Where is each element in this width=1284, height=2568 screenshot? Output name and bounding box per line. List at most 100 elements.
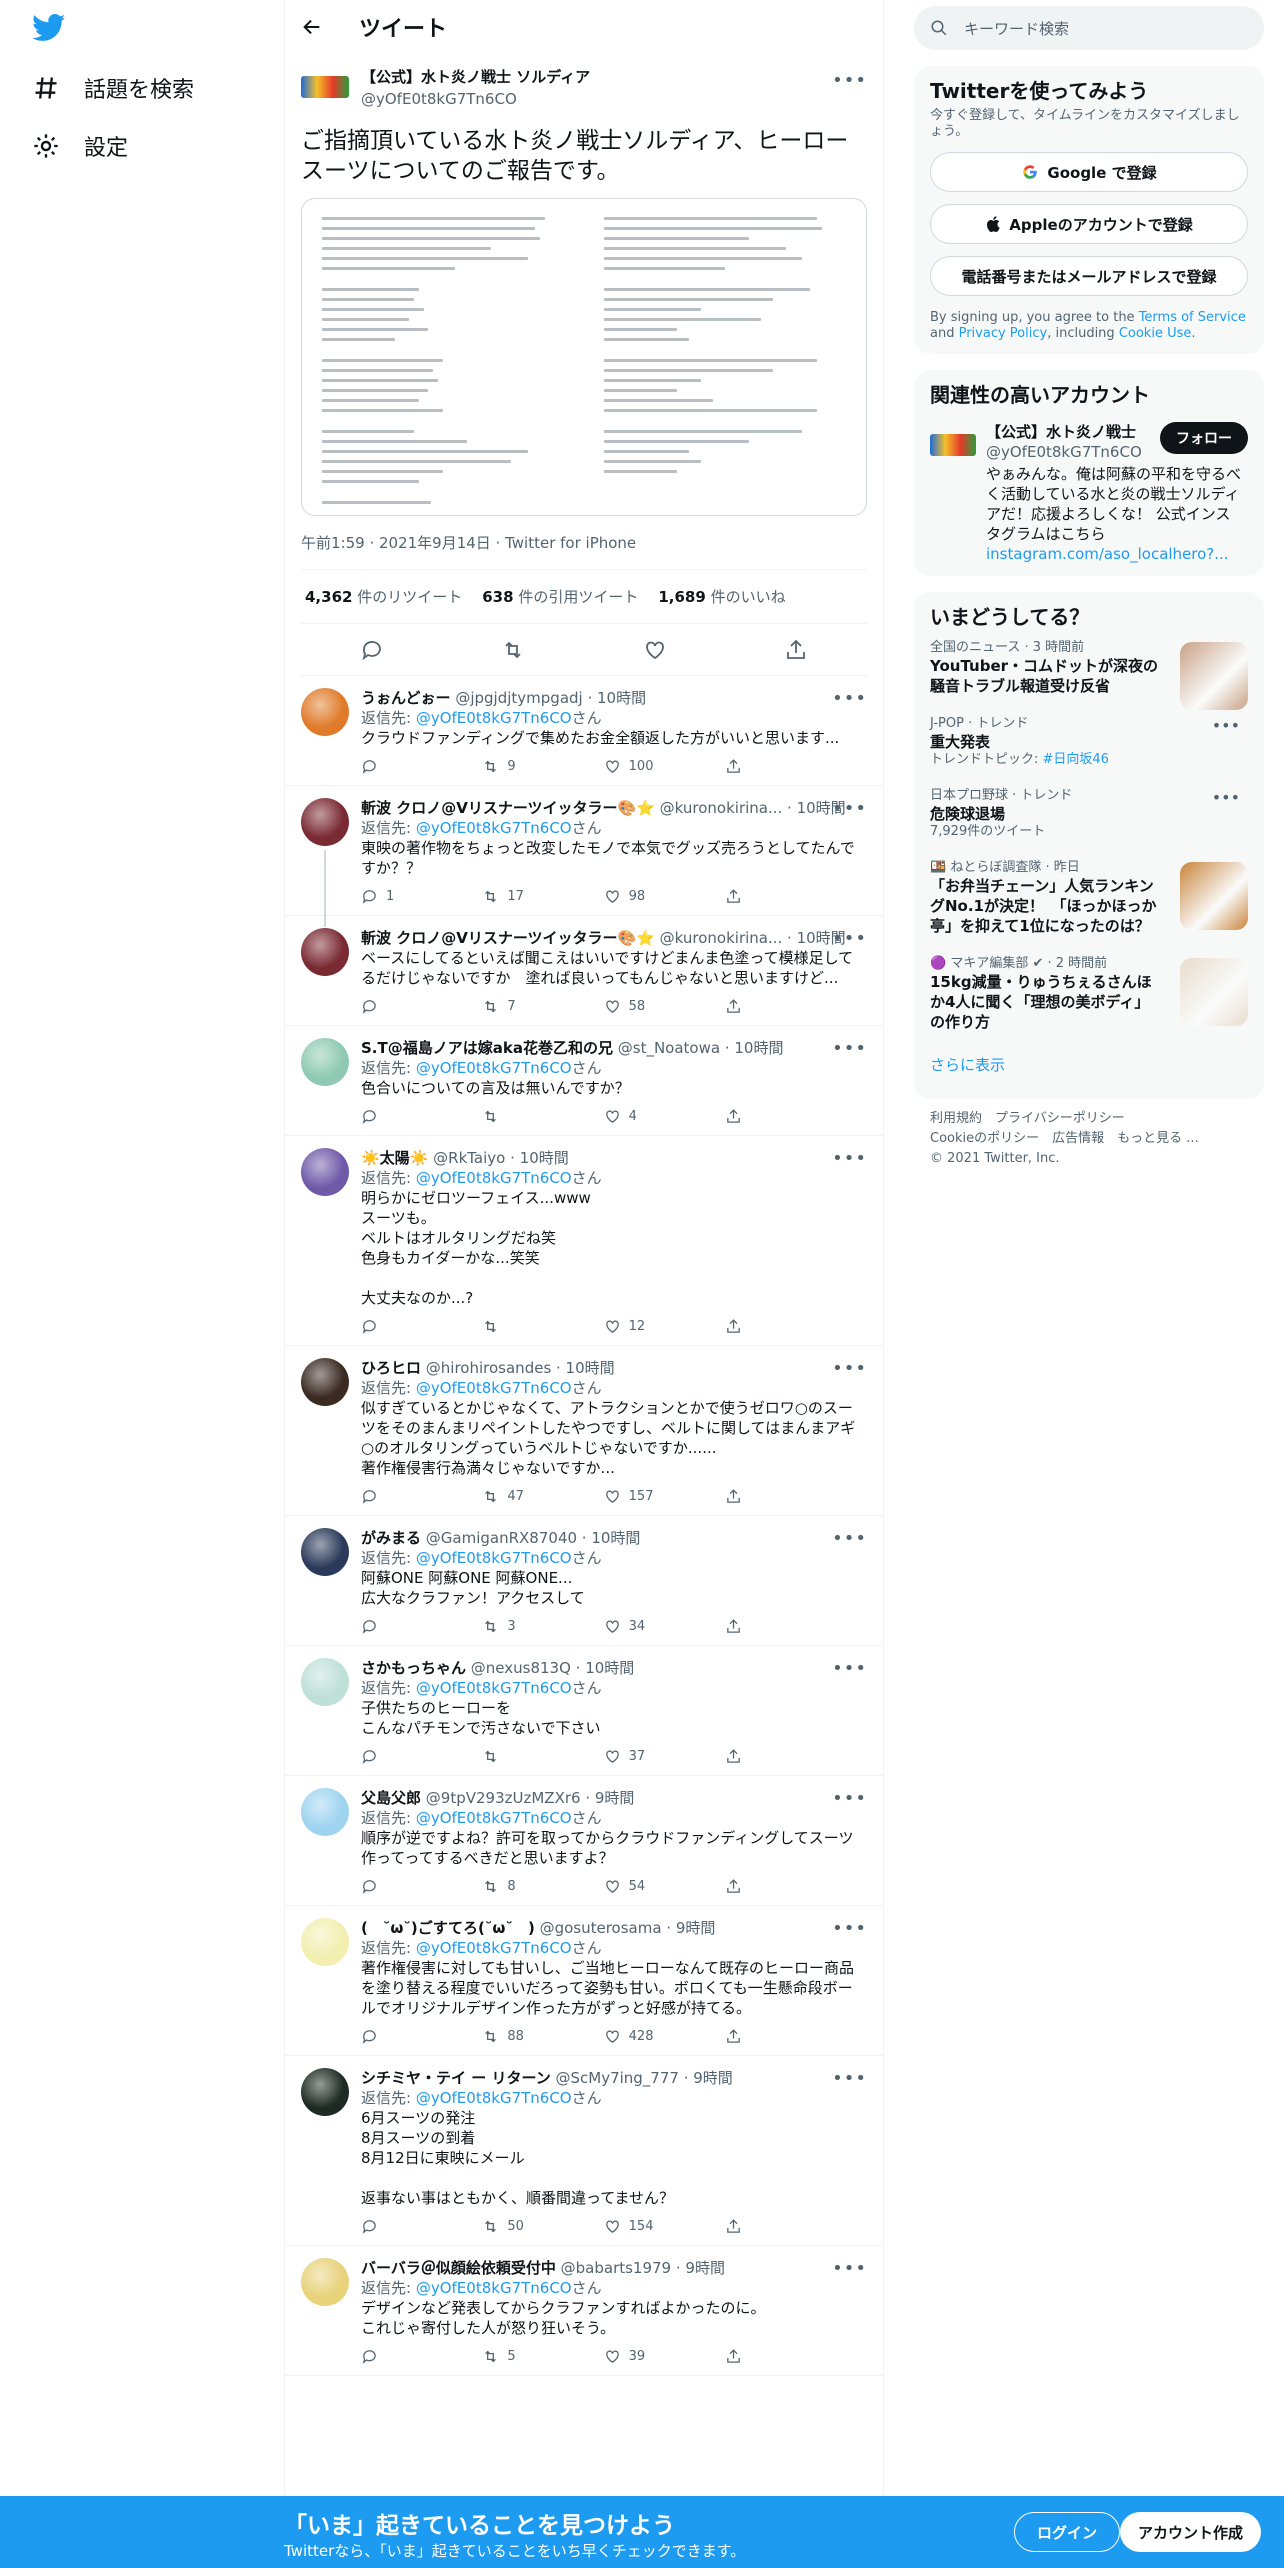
avatar[interactable] <box>301 1148 349 1196</box>
more-options-icon[interactable]: ••• <box>832 688 867 709</box>
mention-link[interactable]: @yOfE0t8kG7Tn6CO <box>416 2279 572 2297</box>
reply-author-name[interactable]: うぉんどぉー <box>361 689 451 707</box>
reply-tweet[interactable]: ••• ひろヒロ @hirohirosandes · 10時間 返信先: @yOfE… <box>285 1346 883 1516</box>
reply-tweet[interactable]: ••• ☀️太陽☀️ @RkTaiyo · 10時間 返信先: @yOfE0t8kG… <box>285 1136 883 1346</box>
reply-tweet[interactable]: ••• S.T@福島ノアは嫁aka花巻乙和の兄 @st_Noatowa · 10時… <box>285 1026 883 1136</box>
share-button[interactable] <box>725 1748 785 1765</box>
signup-button[interactable]: アカウント作成 <box>1120 2512 1262 2552</box>
like-button[interactable]: 39 <box>604 2348 664 2365</box>
retweet-button[interactable]: 17 <box>482 888 542 905</box>
reply-tweet[interactable]: ••• さかもっちゃん @nexus813Q · 10時間 返信先: @yOfE0t… <box>285 1646 883 1776</box>
reply-tweet[interactable]: ••• バーバラ＠似顔絵依頼受付中 @babarts1979 · 9時間 返信先: … <box>285 2246 883 2376</box>
more-options-icon[interactable]: ••• <box>832 928 867 949</box>
more-options-icon[interactable]: ••• <box>832 1038 867 1059</box>
reply-button[interactable] <box>361 1878 421 1895</box>
retweet-button[interactable]: 8 <box>482 1878 542 1895</box>
like-button[interactable]: 98 <box>604 888 664 905</box>
reply-author-name[interactable]: さかもっちゃん <box>361 1659 466 1677</box>
reply-author-handle[interactable]: @kuronokirina... · 10時間 <box>660 799 846 817</box>
share-button[interactable] <box>725 1618 785 1635</box>
retweet-count[interactable]: 4,362 件のリツイート <box>305 586 462 607</box>
mention-link[interactable]: @yOfE0t8kG7Tn6CO <box>416 1549 572 1567</box>
avatar[interactable] <box>301 928 349 976</box>
avatar[interactable] <box>301 1358 349 1406</box>
reply-tweet[interactable]: ••• がみまる @GamiganRX87040 · 10時間 返信先: @yOfE… <box>285 1516 883 1646</box>
mention-link[interactable]: @yOfE0t8kG7Tn6CO <box>416 1809 572 1827</box>
trend-hashtag-link[interactable]: #日向坂46 <box>1043 752 1109 767</box>
avatar[interactable] <box>301 2258 349 2306</box>
retweet-button[interactable]: 88 <box>482 2028 542 2045</box>
reply-button[interactable] <box>361 2218 421 2235</box>
reply-tweet[interactable]: ••• 父島父郎 @9tpV293zUzMZXr6 · 9時間 返信先: @yOfE… <box>285 1776 883 1906</box>
reply-author-name[interactable]: ☀️太陽☀️ <box>361 1149 428 1167</box>
google-signup-button[interactable]: Google で登録 <box>930 152 1248 192</box>
reply-author-name[interactable]: シチミヤ・テイ ー リターン <box>361 2069 551 2087</box>
reply-author-name[interactable]: 斬波 クロノ@Vリスナーツイッタラー🎨⭐ <box>361 799 655 817</box>
reply-tweet[interactable]: ••• うぉんどぉー @jpgjdjtympgadj · 10時間 返信先: @yO… <box>285 676 883 786</box>
more-options-icon[interactable]: ••• <box>832 1528 867 1549</box>
avatar[interactable] <box>301 1038 349 1086</box>
reply-tweet[interactable]: ••• シチミヤ・テイ ー リターン @ScMy7ing_777 · 9時間 返信先… <box>285 2056 883 2246</box>
reply-author-handle[interactable]: @9tpV293zUzMZXr6 · 9時間 <box>426 1789 635 1807</box>
author-display-name[interactable]: 【公式】水ト炎ノ戦士 ソルディア <box>361 66 590 88</box>
terms-link[interactable]: Terms of Service <box>1139 310 1246 325</box>
share-button[interactable] <box>725 758 785 775</box>
more-options-icon[interactable]: ••• <box>832 2068 867 2089</box>
share-button[interactable] <box>725 998 785 1015</box>
quote-count[interactable]: 638 件の引用ツイート <box>482 586 638 607</box>
like-icon[interactable] <box>643 638 667 662</box>
apple-signup-button[interactable]: Appleのアカウントで登録 <box>930 204 1248 244</box>
reply-button[interactable] <box>361 1748 421 1765</box>
reply-author-name[interactable]: がみまる <box>361 1529 421 1547</box>
avatar[interactable] <box>301 1918 349 1966</box>
more-options-icon[interactable]: ••• <box>1212 716 1240 735</box>
like-button[interactable]: 428 <box>604 2028 664 2045</box>
avatar[interactable] <box>301 688 349 736</box>
mention-link[interactable]: @yOfE0t8kG7Tn6CO <box>416 2089 572 2107</box>
like-button[interactable]: 54 <box>604 1878 664 1895</box>
reply-button[interactable] <box>361 758 421 775</box>
like-button[interactable]: 157 <box>604 1488 664 1505</box>
reply-button[interactable] <box>361 998 421 1015</box>
share-button[interactable] <box>725 2218 785 2235</box>
trend-item[interactable]: 日本プロ野球 · トレンド 危険球退場 7,929件のツイート ••• <box>930 778 1248 850</box>
retweet-button[interactable]: 3 <box>482 1618 542 1635</box>
reply-author-handle[interactable]: @st_Noatowa · 10時間 <box>618 1039 784 1057</box>
author-handle[interactable]: @yOfE0t8kG7Tn6CO <box>361 88 590 110</box>
attached-document-image[interactable] <box>301 198 867 516</box>
like-button[interactable]: 4 <box>604 1108 664 1125</box>
nav-settings[interactable]: 設定 <box>32 130 128 162</box>
avatar[interactable] <box>301 76 349 98</box>
reply-button[interactable] <box>361 1488 421 1505</box>
retweet-button[interactable]: 5 <box>482 2348 542 2365</box>
avatar[interactable] <box>301 2068 349 2116</box>
reply-author-handle[interactable]: @RkTaiyo · 10時間 <box>433 1149 569 1167</box>
like-button[interactable]: 12 <box>604 1318 664 1335</box>
follow-button[interactable]: フォロー <box>1160 422 1248 454</box>
retweet-button[interactable]: 50 <box>482 2218 542 2235</box>
share-button[interactable] <box>725 2028 785 2045</box>
twitter-logo-icon[interactable] <box>32 14 66 42</box>
more-options-icon[interactable]: ••• <box>832 2258 867 2279</box>
footer-line-2[interactable]: Cookieのポリシー 広告情報 もっと見る ... <box>930 1129 1248 1149</box>
reply-icon[interactable] <box>360 638 384 662</box>
retweet-button[interactable]: 9 <box>482 758 542 775</box>
reply-button[interactable] <box>361 1618 421 1635</box>
avatar[interactable] <box>301 1788 349 1836</box>
more-options-icon[interactable]: ••• <box>832 1918 867 1939</box>
reply-author-handle[interactable]: @ScMy7ing_777 · 9時間 <box>555 2069 732 2087</box>
reply-author-handle[interactable]: @babarts1979 · 9時間 <box>561 2259 725 2277</box>
trend-item[interactable]: 全国のニュース · 3 時間前 YouTuber・コムドットが深夜の騒音トラブル報… <box>930 630 1248 710</box>
share-button[interactable] <box>725 1878 785 1895</box>
mention-link[interactable]: @yOfE0t8kG7Tn6CO <box>416 1059 572 1077</box>
more-options-icon[interactable]: ••• <box>832 70 867 91</box>
reply-author-name[interactable]: 斬波 クロノ@Vリスナーツイッタラー🎨⭐ <box>361 929 655 947</box>
mention-link[interactable]: @yOfE0t8kG7Tn6CO <box>416 709 572 727</box>
reply-author-name[interactable]: バーバラ＠似顔絵依頼受付中 <box>361 2259 556 2277</box>
reply-button[interactable] <box>361 1318 421 1335</box>
reply-button[interactable]: 1 <box>361 888 421 905</box>
related-link[interactable]: instagram.com/aso_localhero?... <box>986 545 1229 563</box>
share-button[interactable] <box>725 2348 785 2365</box>
avatar[interactable] <box>301 1528 349 1576</box>
retweet-icon[interactable] <box>501 638 525 662</box>
